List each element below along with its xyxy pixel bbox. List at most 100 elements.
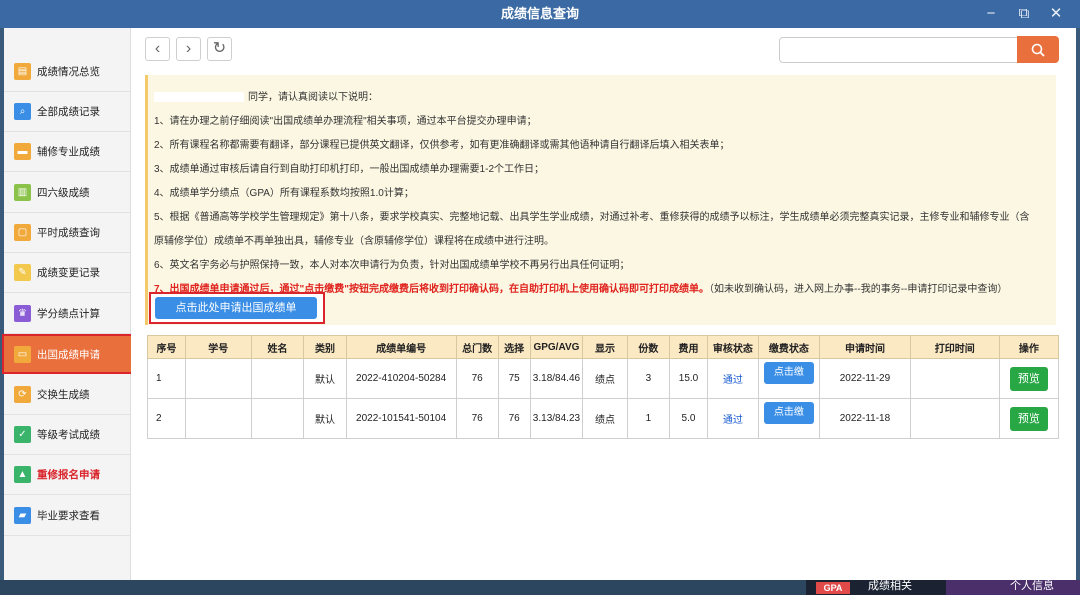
cell-audit: 通过 bbox=[707, 358, 759, 399]
edit-icon: ✎ bbox=[14, 264, 31, 281]
column-header: 选择 bbox=[497, 335, 531, 359]
cet-icon: ▥ bbox=[14, 184, 31, 201]
search-record-icon: ⌕ bbox=[14, 103, 31, 120]
table-row: 2 默认 2022-101541-50104 76 76 3.13/84.23 … bbox=[146, 398, 1060, 439]
exchange-icon: ⟳ bbox=[14, 386, 31, 403]
search-icon bbox=[1031, 43, 1045, 57]
search-button[interactable] bbox=[1017, 36, 1059, 63]
abroad-icon: ▭ bbox=[14, 345, 31, 363]
student-name-redacted bbox=[154, 92, 244, 103]
cell-student-id bbox=[185, 358, 252, 399]
cell-applied: 2022-11-29 bbox=[819, 358, 911, 399]
maximize-icon[interactable]: ⧉ bbox=[1013, 4, 1035, 24]
apply-abroad-transcript-button[interactable]: 点击此处申请出国成绩单 bbox=[155, 297, 317, 319]
preview-button[interactable]: 预览 bbox=[1009, 406, 1048, 431]
column-header: 学号 bbox=[185, 335, 252, 359]
sidebar-item-label: 平时成绩查询 bbox=[37, 227, 100, 239]
cell-pay: 点击缴 bbox=[757, 358, 821, 399]
column-header: GPG/AVG bbox=[529, 335, 584, 359]
column-header: 总门数 bbox=[455, 335, 499, 359]
cell-no: 2 bbox=[146, 398, 187, 439]
cell-student-id bbox=[185, 398, 252, 439]
cell-printed bbox=[909, 398, 1000, 439]
preview-button[interactable]: 预览 bbox=[1009, 366, 1048, 391]
graduation-icon: ▰ bbox=[14, 507, 31, 524]
sidebar-item-changes[interactable]: ✎ 成绩变更记录 bbox=[4, 253, 131, 293]
column-header: 费用 bbox=[668, 335, 709, 359]
cell-fee: 5.0 bbox=[668, 398, 709, 439]
notice-line: 2、所有课程名称都需要有翻译，部分课程已提供英文翻译，仅供参考，如有更准确翻译或… bbox=[154, 140, 730, 151]
refresh-button[interactable]: ↻ bbox=[207, 37, 232, 61]
sidebar-item-minor[interactable]: ▬ 辅修专业成绩 bbox=[4, 132, 131, 172]
audit-status-link[interactable]: 通过 bbox=[723, 375, 743, 386]
taskbar-grades-label: 成绩相关 bbox=[868, 580, 912, 592]
cell-selected: 76 bbox=[497, 398, 531, 439]
sidebar-item-all-records[interactable]: ⌕ 全部成绩记录 bbox=[4, 92, 131, 132]
sidebar-item-label: 出国成绩申请 bbox=[37, 348, 100, 361]
pay-button[interactable]: 点击缴 bbox=[763, 401, 814, 424]
overview-icon: ▤ bbox=[14, 63, 31, 80]
column-header: 打印时间 bbox=[909, 335, 1000, 359]
notice-line: 1、请在办理之前仔细阅读"出国成绩单办理流程"相关事项，通过本平台提交办理申请； bbox=[154, 116, 537, 127]
transcript-table: 序号 学号 姓名 类别 成绩单编号 总门数 选择 GPG/AVG 显示 份数 费… bbox=[146, 335, 1060, 439]
gpa-icon: ♛ bbox=[14, 305, 31, 322]
pay-button[interactable]: 点击缴 bbox=[763, 361, 814, 384]
sidebar-item-label: 等级考试成绩 bbox=[37, 429, 100, 441]
cell-applied: 2022-11-18 bbox=[819, 398, 911, 439]
sidebar-item-label: 学分绩点计算 bbox=[37, 308, 100, 320]
cell-total: 76 bbox=[455, 358, 499, 399]
minimize-icon[interactable]: − bbox=[980, 4, 1002, 24]
audit-status-link[interactable]: 通过 bbox=[723, 415, 743, 426]
back-button[interactable]: ‹ bbox=[145, 37, 170, 61]
notice-greeting: 同学，请认真阅读以下说明： bbox=[154, 88, 378, 103]
sidebar-item-label: 全部成绩记录 bbox=[37, 106, 100, 118]
column-header: 序号 bbox=[146, 335, 187, 359]
table-header-row: 序号 学号 姓名 类别 成绩单编号 总门数 选择 GPG/AVG 显示 份数 费… bbox=[146, 335, 1060, 359]
column-header: 显示 bbox=[582, 335, 628, 359]
main-panel: ‹ › ↻ 同学，请认真阅读以下说明： 1、请在办理之前仔细阅读"出国成绩单办理… bbox=[131, 28, 1076, 580]
taskbar-grades[interactable]: GPA 成绩相关 bbox=[806, 580, 946, 595]
cell-code: 2022-101541-50104 bbox=[345, 398, 457, 439]
taskbar-personal[interactable]: 个人信息 bbox=[946, 580, 1080, 595]
cell-printed bbox=[909, 358, 1000, 399]
sidebar-item-retake[interactable]: ▲ 重修报名申请 bbox=[4, 455, 131, 495]
sidebar-item-label: 辅修专业成绩 bbox=[37, 146, 100, 158]
sidebar-item-gpa[interactable]: ♛ 学分绩点计算 bbox=[4, 294, 131, 334]
sidebar-item-abroad[interactable]: ▭ 出国成绩申请 bbox=[2, 334, 133, 374]
cell-type: 默认 bbox=[303, 398, 347, 439]
sidebar-item-label: 四六级成绩 bbox=[37, 187, 90, 199]
apply-button-highlight: 点击此处申请出国成绩单 bbox=[149, 292, 325, 324]
cell-code: 2022-410204-50284 bbox=[345, 358, 457, 399]
cell-no: 1 bbox=[146, 358, 187, 399]
notice-line: 6、英文名字务必与护照保持一致，本人对本次申请行为负责，针对出国成绩单学校不再另… bbox=[154, 260, 630, 271]
close-icon[interactable]: ✕ bbox=[1045, 4, 1067, 24]
sidebar-item-label: 成绩情况总览 bbox=[37, 66, 100, 78]
cell-gpa: 3.13/84.23 bbox=[529, 398, 584, 439]
cell-pay: 点击缴 bbox=[757, 398, 821, 439]
cell-gpa: 3.18/84.46 bbox=[529, 358, 584, 399]
sidebar-item-daily[interactable]: ▢ 平时成绩查询 bbox=[4, 213, 131, 253]
sidebar-item-cet[interactable]: ▥ 四六级成绩 bbox=[4, 173, 131, 213]
cell-copies: 1 bbox=[626, 398, 670, 439]
retake-icon: ▲ bbox=[14, 466, 31, 483]
window-title: 成绩信息查询 bbox=[500, 6, 579, 21]
cell-display: 绩点 bbox=[582, 358, 628, 399]
column-header: 份数 bbox=[626, 335, 670, 359]
sidebar-item-overview[interactable]: ▤ 成绩情况总览 bbox=[4, 52, 131, 92]
cell-type: 默认 bbox=[303, 358, 347, 399]
sidebar-item-grade-exam[interactable]: ✓ 等级考试成绩 bbox=[4, 415, 131, 455]
sidebar-item-exchange[interactable]: ⟳ 交换生成绩 bbox=[4, 375, 131, 415]
notice-line: 4、成绩单学分绩点（GPA）所有课程系数均按照1.0计算； bbox=[154, 188, 414, 199]
search-input[interactable] bbox=[779, 37, 1019, 63]
notice-line: 5、根据《普通高等学校学生管理规定》第十八条，要求学校真实、完整地记载、出具学生… bbox=[154, 212, 1030, 223]
cell-audit: 通过 bbox=[707, 398, 759, 439]
column-header: 审核状态 bbox=[707, 335, 759, 359]
sidebar-item-graduation[interactable]: ▰ 毕业要求查看 bbox=[4, 496, 131, 536]
cell-selected: 75 bbox=[497, 358, 531, 399]
cell-fee: 15.0 bbox=[668, 358, 709, 399]
notice-panel: 同学，请认真阅读以下说明： 1、请在办理之前仔细阅读"出国成绩单办理流程"相关事… bbox=[145, 75, 1056, 325]
cell-total: 76 bbox=[455, 398, 499, 439]
grade-exam-icon: ✓ bbox=[14, 426, 31, 443]
table-row: 1 默认 2022-410204-50284 76 75 3.18/84.46 … bbox=[146, 358, 1060, 399]
forward-button[interactable]: › bbox=[176, 37, 201, 61]
